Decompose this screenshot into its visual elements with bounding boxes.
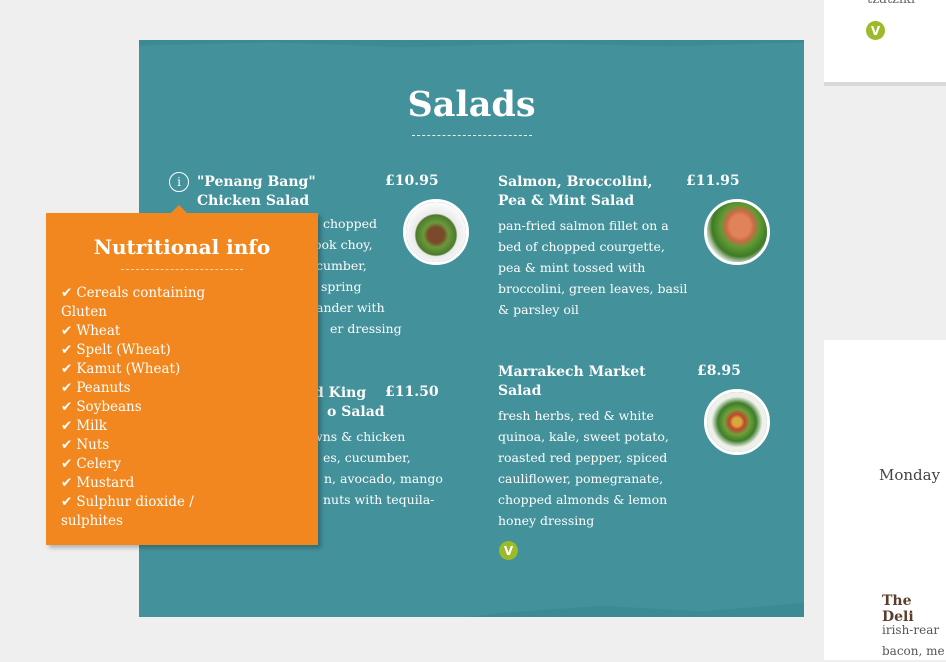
item-price: £11.50 bbox=[385, 384, 439, 400]
info-icon[interactable]: i bbox=[169, 172, 189, 192]
allergen-item: ✔ Milk bbox=[61, 418, 107, 434]
check-icon: ✔ bbox=[61, 342, 73, 358]
brush-edge-bottom bbox=[469, 603, 804, 617]
allergen-item: ✔ Nuts bbox=[61, 437, 110, 453]
salad-photo bbox=[704, 199, 770, 265]
check-icon: ✔ bbox=[61, 399, 73, 415]
day-heading: Monday bbox=[879, 466, 941, 484]
check-icon: ✔ bbox=[61, 437, 73, 453]
popup-arrow bbox=[171, 205, 187, 213]
check-icon: ✔ bbox=[61, 418, 73, 434]
item-price: £10.95 bbox=[385, 173, 439, 189]
check-icon: ✔ bbox=[61, 361, 73, 377]
check-icon: ✔ bbox=[61, 323, 73, 339]
check-icon: ✔ bbox=[61, 380, 73, 396]
allergen-item: ✔ Spelt (Wheat) bbox=[61, 342, 171, 358]
allergen-list: ✔ Cereals containing Gluten ✔ Wheat ✔ Spelt… bbox=[61, 284, 221, 531]
allergen-item: ✔ Celery bbox=[61, 456, 122, 472]
popup-divider bbox=[121, 269, 243, 270]
section-title: Salads bbox=[407, 84, 536, 125]
title-divider bbox=[412, 135, 532, 136]
nutritional-info-popup: Nutritional info ✔ Cereals containing Glu… bbox=[46, 205, 318, 545]
allergen-item: ✔ Kamut (Wheat) bbox=[61, 361, 181, 377]
item-price: £11.95 bbox=[686, 173, 740, 189]
allergen-item: ✔ Cereals containing Gluten bbox=[61, 285, 206, 320]
check-icon: ✔ bbox=[61, 494, 73, 510]
popup-title: Nutritional info bbox=[93, 235, 271, 259]
check-icon: ✔ bbox=[61, 456, 73, 472]
salad-photo bbox=[403, 199, 469, 265]
item-price: £8.95 bbox=[697, 363, 741, 379]
daily-menu-card: Monday The Deli irish-rear bacon, me bbox=[824, 340, 946, 660]
allergen-item: ✔ Soybeans bbox=[61, 399, 142, 415]
salad-photo bbox=[704, 389, 770, 455]
vegetarian-icon: V bbox=[499, 541, 518, 560]
allergen-item: ✔ Mustard bbox=[61, 475, 135, 491]
menu-card-top: tzatziki V bbox=[824, 0, 946, 82]
allergen-item: ✔ Wheat bbox=[61, 323, 121, 339]
check-icon: ✔ bbox=[61, 475, 73, 491]
brush-edge-top bbox=[139, 40, 804, 48]
allergen-item: ✔ Peanuts bbox=[61, 380, 131, 396]
check-icon: ✔ bbox=[61, 285, 73, 301]
allergen-item: ✔ Sulphur dioxide / sulphites bbox=[61, 494, 194, 529]
card-text: tzatziki bbox=[867, 0, 915, 7]
dish-description: irish-rear bacon, me bbox=[882, 623, 945, 658]
vegetarian-icon: V bbox=[866, 21, 885, 40]
